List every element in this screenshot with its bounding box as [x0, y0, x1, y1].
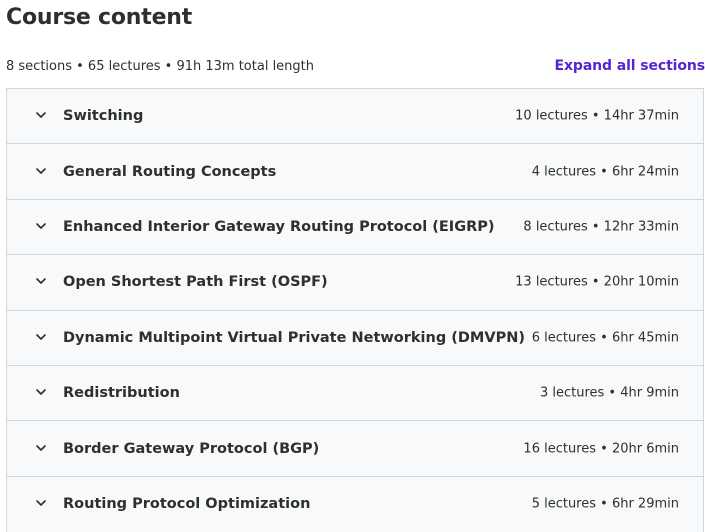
chevron-down-icon	[35, 165, 47, 177]
section-item[interactable]: Open Shortest Path First (OSPF) 13 lectu…	[7, 255, 703, 311]
chevron-down-icon	[35, 442, 47, 454]
section-title: Border Gateway Protocol (BGP)	[63, 440, 320, 457]
section-list: Switching 10 lectures • 14hr 37min Gener…	[6, 88, 704, 532]
chevron-down-icon	[35, 497, 47, 509]
section-item[interactable]: Enhanced Interior Gateway Routing Protoc…	[7, 199, 703, 256]
section-title: General Routing Concepts	[63, 163, 277, 180]
section-info: 3 lectures • 4hr 9min	[539, 385, 679, 401]
section-title: Open Shortest Path First (OSPF)	[63, 274, 328, 291]
chevron-down-icon	[35, 275, 47, 287]
course-summary: 8 sections • 65 lectures • 91h 13m total…	[6, 59, 315, 74]
chevron-down-icon	[35, 331, 47, 343]
section-item[interactable]: General Routing Concepts 4 lectures • 6h…	[7, 144, 703, 200]
section-info: 10 lectures • 14hr 37min	[515, 108, 679, 124]
section-title: Dynamic Multipoint Virtual Private Netwo…	[63, 329, 525, 346]
section-item[interactable]: Dynamic Multipoint Virtual Private Netwo…	[7, 310, 703, 366]
section-info: 6 lectures • 6hr 45min	[531, 330, 679, 346]
section-item[interactable]: Switching 10 lectures • 14hr 37min	[7, 89, 703, 145]
chevron-down-icon	[35, 220, 47, 232]
section-title: Switching	[63, 108, 144, 125]
section-title: Routing Protocol Optimization	[63, 496, 311, 513]
expand-all-sections-button[interactable]: Expand all sections	[555, 58, 705, 74]
section-info: 4 lectures • 6hr 24min	[531, 164, 679, 180]
section-info: 13 lectures • 20hr 10min	[515, 274, 679, 290]
section-item[interactable]: Routing Protocol Optimization 5 lectures…	[7, 476, 703, 532]
chevron-down-icon	[35, 109, 47, 121]
section-info: 16 lectures • 20hr 6min	[523, 441, 679, 457]
section-info: 8 lectures • 12hr 33min	[523, 219, 679, 235]
section-info: 5 lectures • 6hr 29min	[531, 496, 679, 512]
course-meta-row: 8 sections • 65 lectures • 91h 13m total…	[6, 58, 705, 76]
section-title: Redistribution	[63, 385, 180, 402]
page-title: Course content	[6, 5, 193, 30]
section-title: Enhanced Interior Gateway Routing Protoc…	[63, 218, 495, 235]
section-item[interactable]: Border Gateway Protocol (BGP) 16 lecture…	[7, 421, 703, 477]
section-item[interactable]: Redistribution 3 lectures • 4hr 9min	[7, 365, 703, 422]
chevron-down-icon	[35, 386, 47, 398]
